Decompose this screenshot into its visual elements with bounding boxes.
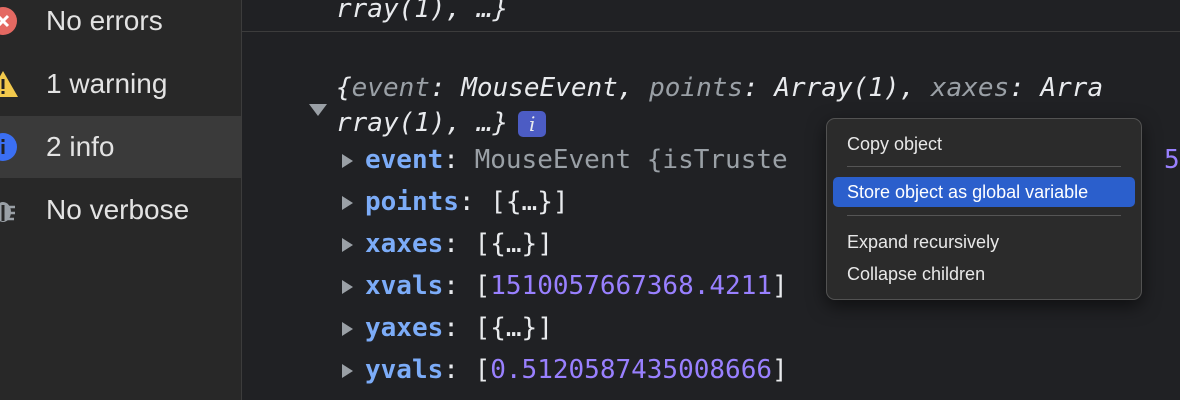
collapse-arrow-icon[interactable] [309, 104, 327, 116]
sidebar-item-verbose[interactable]: No verbose [0, 179, 241, 241]
menu-item-collapse-children[interactable]: Collapse children [833, 259, 1135, 289]
log-level-sidebar: No errors 1 warning 2 info No verbose [0, 0, 242, 400]
context-menu: Copy object Store object as global varia… [826, 118, 1142, 300]
expand-arrow-icon[interactable] [342, 279, 353, 294]
trailing-value: 5 [1164, 145, 1180, 175]
sidebar-item-label: No errors [46, 5, 163, 36]
property-row-xvals[interactable]: xvals: [1510057667368.4211] [342, 271, 788, 301]
error-icon [0, 4, 20, 38]
property-row-yvals[interactable]: yvals: [0.5120587435008666] [342, 355, 788, 385]
sidebar-item-label: 1 warning [46, 68, 168, 99]
previous-log-tail: rray(1), …} [336, 0, 509, 24]
log-summary-continued: rray(1), …} i [336, 108, 547, 138]
sidebar-item-label: No verbose [46, 194, 190, 225]
property-row-yaxes[interactable]: yaxes: [{…}] [342, 313, 553, 343]
sidebar-item-info[interactable]: 2 info [0, 116, 241, 178]
menu-item-store-global-variable[interactable]: Store object as global variable [833, 177, 1135, 207]
info-icon [0, 130, 20, 164]
expand-arrow-icon[interactable] [342, 363, 353, 378]
property-row-xaxes[interactable]: xaxes: [{…}] [342, 229, 553, 259]
expand-arrow-icon[interactable] [342, 321, 353, 336]
bug-icon [0, 193, 20, 227]
sidebar-item-label: 2 info [46, 131, 115, 162]
menu-item-copy-object[interactable]: Copy object [833, 129, 1135, 159]
expand-arrow-icon[interactable] [342, 153, 353, 168]
sidebar-item-errors[interactable]: No errors [0, 0, 241, 52]
expand-arrow-icon[interactable] [342, 237, 353, 252]
menu-item-expand-recursively[interactable]: Expand recursively [833, 227, 1135, 257]
menu-separator [847, 166, 1121, 167]
property-row-points[interactable]: points: [{…}] [342, 187, 569, 217]
info-badge-icon[interactable]: i [518, 110, 547, 137]
menu-separator [847, 215, 1121, 216]
warning-icon [0, 67, 20, 101]
sidebar-item-warnings[interactable]: 1 warning [0, 53, 241, 115]
log-summary[interactable]: {event: MouseEvent, points: Array(1), xa… [336, 73, 1103, 103]
property-row-event[interactable]: event: MouseEvent {isTruste [342, 145, 788, 175]
expand-arrow-icon[interactable] [342, 195, 353, 210]
